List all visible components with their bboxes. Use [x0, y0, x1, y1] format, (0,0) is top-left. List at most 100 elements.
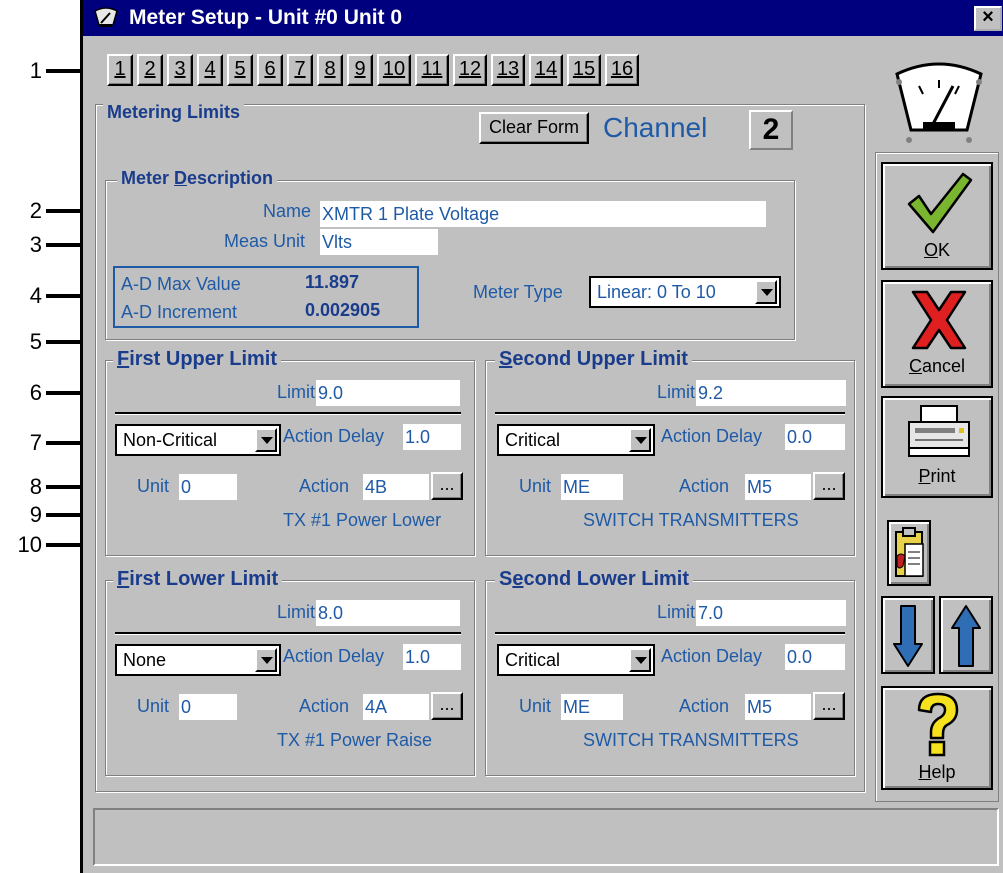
limit-label: Limit [277, 602, 316, 622]
ok-button[interactable]: OK [881, 162, 993, 270]
second-upper-action-field[interactable]: M5 [745, 474, 811, 500]
close-button[interactable]: × [974, 6, 1002, 31]
tab-3[interactable]: 3 [167, 54, 193, 86]
second-lower-action-field[interactable]: M5 [745, 694, 811, 720]
first-lower-limit-field[interactable]: 8.0 [316, 600, 460, 626]
first-lower-severity-select[interactable]: None [115, 644, 281, 676]
title-text: S [499, 568, 513, 590]
tab-10[interactable]: 10 [377, 54, 411, 86]
second-upper-limit-field[interactable]: 9.2 [696, 380, 846, 406]
move-up-button[interactable] [939, 596, 993, 674]
callout-number: 9 [29, 502, 42, 527]
second-upper-browse-button[interactable]: ... [813, 472, 845, 500]
first-lower-browse-button[interactable]: ... [431, 692, 463, 720]
label-accelerator: H [918, 762, 932, 782]
metering-limits-title: Metering Limits [103, 102, 245, 123]
meter-app-icon [94, 7, 118, 27]
divider [495, 632, 845, 635]
second-lower-limit-field[interactable]: 7.0 [696, 600, 846, 626]
tab-label: 2 [144, 58, 156, 80]
tab-label: 14 [534, 58, 558, 80]
tab-16[interactable]: 16 [605, 54, 639, 86]
label-accelerator: C [908, 356, 922, 376]
tab-5[interactable]: 5 [227, 54, 253, 86]
first-upper-unit-field[interactable]: 0 [179, 474, 237, 500]
first-upper-limit-field[interactable]: 9.0 [316, 380, 460, 406]
tab-label: 9 [354, 58, 366, 80]
second-lower-unit-field[interactable]: ME [561, 694, 623, 720]
first-upper-delay-field[interactable]: 1.0 [403, 424, 461, 450]
second-lower-limit-title: Second Lower Limit [495, 568, 694, 591]
limit-label: Limit [657, 602, 696, 622]
title-accelerator: e [512, 568, 524, 590]
title-accelerator: F [117, 568, 130, 590]
second-upper-delay-field[interactable]: 0.0 [785, 424, 845, 450]
tab-1[interactable]: 1 [107, 54, 133, 86]
tab-label: 8 [324, 58, 336, 80]
label-text: K [938, 240, 951, 260]
help-button[interactable]: Help [881, 686, 993, 790]
second-lower-browse-button[interactable]: ... [813, 692, 845, 720]
action-delay-label: Action Delay [283, 646, 385, 666]
action-label: Action [299, 476, 350, 496]
tab-15[interactable]: 15 [567, 54, 601, 86]
severity-value: Critical [505, 650, 561, 670]
chevron-down-icon[interactable] [255, 648, 277, 672]
cancel-button[interactable]: Cancel [881, 280, 993, 388]
status-bar [93, 808, 999, 866]
tab-2[interactable]: 2 [137, 54, 163, 86]
first-lower-action-field[interactable]: 4A [363, 694, 429, 720]
ad-increment-value: 0.002905 [305, 300, 381, 320]
chevron-down-icon[interactable] [629, 648, 651, 672]
meas-unit-field[interactable]: Vlts [320, 229, 438, 255]
chevron-down-icon[interactable] [755, 280, 777, 304]
callout-number: 6 [29, 380, 42, 405]
callout-number: 10 [17, 532, 42, 557]
divider [115, 632, 461, 635]
action-delay-label: Action Delay [283, 426, 385, 446]
clear-form-button[interactable]: Clear Form [479, 112, 589, 144]
tab-12[interactable]: 12 [453, 54, 487, 86]
tab-13[interactable]: 13 [491, 54, 525, 86]
severity-value: None [123, 650, 167, 670]
first-lower-delay-field[interactable]: 1.0 [403, 644, 461, 670]
print-button[interactable]: Print [881, 396, 993, 498]
window-title: Meter Setup - Unit #0 Unit 0 [129, 6, 403, 29]
first-lower-action-description: TX #1 Power Raise [277, 730, 433, 750]
second-lower-delay-field[interactable]: 0.0 [785, 644, 845, 670]
chevron-down-icon[interactable] [629, 428, 651, 452]
arrow-up-icon [951, 605, 981, 667]
tab-label: 5 [234, 58, 246, 80]
help-label: Help [883, 762, 991, 783]
move-down-button[interactable] [881, 596, 935, 674]
tab-14[interactable]: 14 [529, 54, 563, 86]
second-upper-limit-title: Second Upper Limit [495, 348, 692, 371]
tab-6[interactable]: 6 [257, 54, 283, 86]
channel-label: Channel [603, 112, 708, 143]
callout-number: 1 [29, 58, 42, 83]
label-accelerator: O [923, 240, 938, 260]
tab-4[interactable]: 4 [197, 54, 223, 86]
tab-7[interactable]: 7 [287, 54, 313, 86]
clipboard-phone-icon [895, 527, 924, 577]
second-upper-severity-select[interactable]: Critical [497, 424, 655, 456]
tab-label: 10 [382, 58, 406, 80]
clipboard-button[interactable] [887, 520, 931, 586]
name-field[interactable]: XMTR 1 Plate Voltage [320, 201, 766, 227]
meter-type-select[interactable]: Linear: 0 To 10 [589, 276, 781, 308]
second-lower-severity-select[interactable]: Critical [497, 644, 655, 676]
first-lower-unit-field[interactable]: 0 [179, 694, 237, 720]
first-upper-action-field[interactable]: 4B [363, 474, 429, 500]
chevron-down-icon[interactable] [255, 428, 277, 452]
tab-label: 15 [572, 58, 596, 80]
first-upper-browse-button[interactable]: ... [431, 472, 463, 500]
second-upper-unit-field[interactable]: ME [561, 474, 623, 500]
print-label: Print [883, 466, 991, 487]
action-label: Action [299, 696, 350, 716]
checkmark-icon [907, 172, 973, 234]
tab-9[interactable]: 9 [347, 54, 373, 86]
tab-11[interactable]: 11 [415, 54, 449, 86]
first-upper-severity-select[interactable]: Non-Critical [115, 424, 281, 456]
label-text: ancel [921, 356, 966, 376]
tab-8[interactable]: 8 [317, 54, 343, 86]
